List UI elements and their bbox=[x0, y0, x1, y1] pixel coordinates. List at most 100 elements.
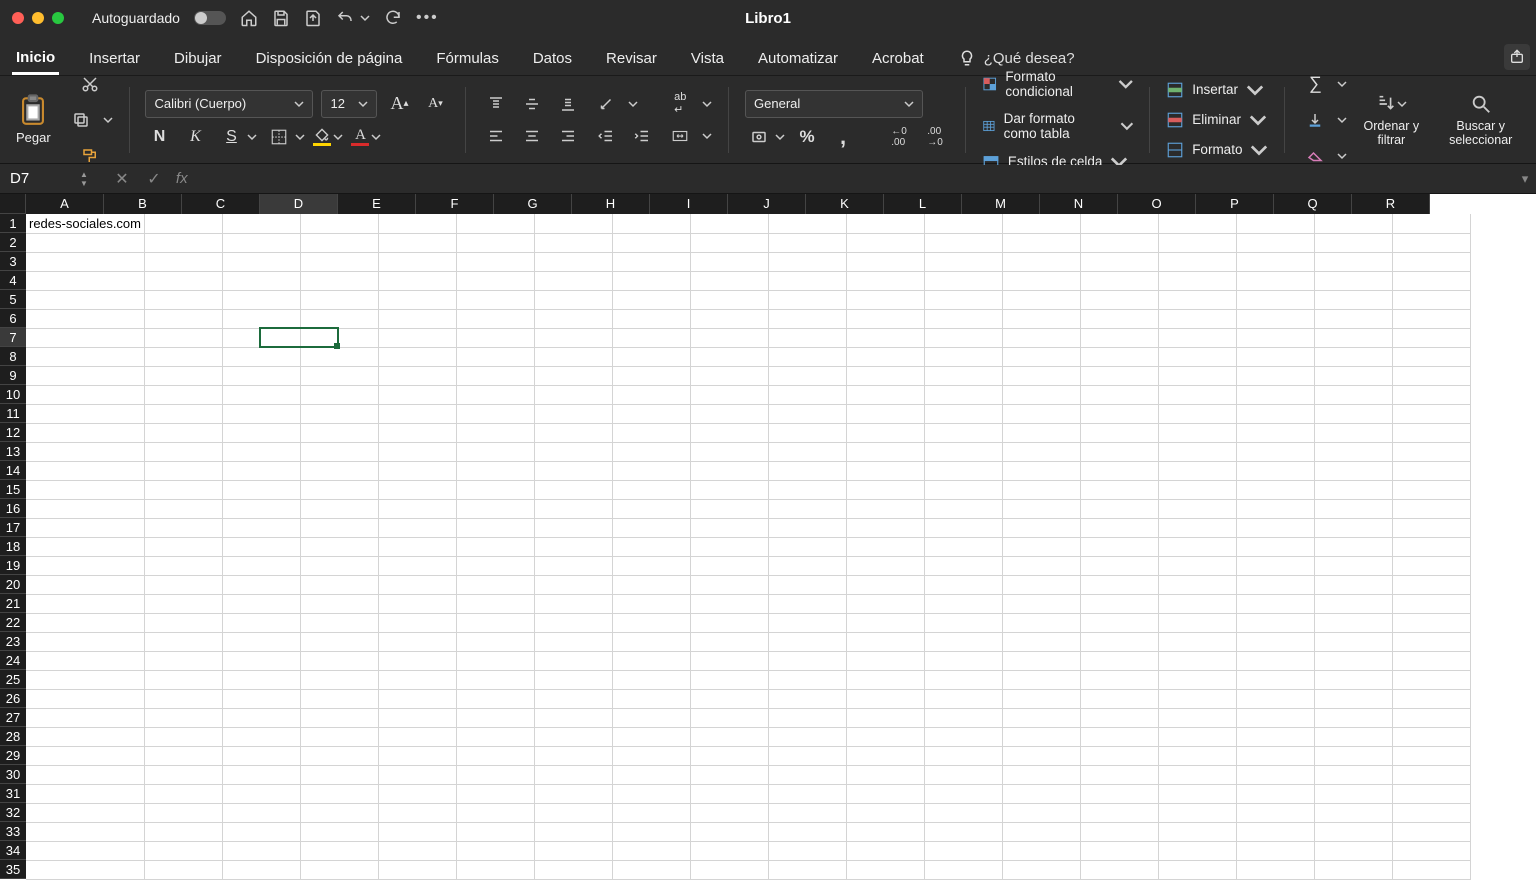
cell[interactable] bbox=[691, 233, 769, 252]
cell[interactable] bbox=[379, 670, 457, 689]
cell[interactable] bbox=[223, 252, 301, 271]
cell[interactable] bbox=[223, 442, 301, 461]
cell[interactable] bbox=[457, 632, 535, 651]
cell[interactable] bbox=[301, 746, 379, 765]
cell[interactable] bbox=[1393, 689, 1471, 708]
cell[interactable] bbox=[1003, 404, 1081, 423]
cell[interactable] bbox=[925, 347, 1003, 366]
cell[interactable] bbox=[457, 385, 535, 404]
cell[interactable] bbox=[1003, 290, 1081, 309]
row-header[interactable]: 15 bbox=[0, 480, 26, 499]
cell[interactable] bbox=[1393, 727, 1471, 746]
cell[interactable] bbox=[769, 385, 847, 404]
cell[interactable] bbox=[223, 575, 301, 594]
cell[interactable] bbox=[1159, 214, 1237, 233]
fx-icon[interactable]: fx bbox=[170, 170, 194, 187]
cell[interactable] bbox=[925, 290, 1003, 309]
cell[interactable] bbox=[847, 404, 925, 423]
cell[interactable] bbox=[613, 575, 691, 594]
cell[interactable] bbox=[769, 309, 847, 328]
cell[interactable] bbox=[1159, 575, 1237, 594]
cell[interactable] bbox=[457, 518, 535, 537]
column-header[interactable]: I bbox=[650, 194, 728, 214]
cell[interactable] bbox=[223, 765, 301, 784]
cell[interactable] bbox=[1081, 518, 1159, 537]
row-header[interactable]: 25 bbox=[0, 670, 26, 689]
cell[interactable] bbox=[1393, 518, 1471, 537]
cell[interactable] bbox=[26, 347, 145, 366]
cell[interactable] bbox=[1159, 765, 1237, 784]
row-header[interactable]: 8 bbox=[0, 347, 26, 366]
cell[interactable] bbox=[925, 480, 1003, 499]
cell[interactable] bbox=[26, 537, 145, 556]
cell[interactable] bbox=[1393, 860, 1471, 879]
row-header[interactable]: 11 bbox=[0, 404, 26, 423]
cell[interactable] bbox=[379, 708, 457, 727]
cell[interactable] bbox=[613, 765, 691, 784]
cell[interactable] bbox=[1393, 385, 1471, 404]
cell[interactable] bbox=[925, 537, 1003, 556]
cell[interactable] bbox=[1003, 727, 1081, 746]
share-button[interactable] bbox=[1504, 44, 1530, 70]
cell[interactable] bbox=[847, 727, 925, 746]
row-header[interactable]: 26 bbox=[0, 689, 26, 708]
bold-button[interactable]: N bbox=[145, 124, 173, 150]
cell[interactable] bbox=[1237, 309, 1315, 328]
cell[interactable] bbox=[535, 670, 613, 689]
cell[interactable] bbox=[1081, 309, 1159, 328]
column-header[interactable]: F bbox=[416, 194, 494, 214]
cell[interactable] bbox=[1159, 252, 1237, 271]
format-as-table-button[interactable]: Dar formato como tabla bbox=[982, 109, 1134, 143]
cell[interactable] bbox=[145, 290, 223, 309]
increase-indent-button[interactable] bbox=[628, 123, 656, 149]
cell[interactable] bbox=[769, 613, 847, 632]
cell[interactable] bbox=[769, 461, 847, 480]
cell[interactable] bbox=[535, 556, 613, 575]
cell[interactable] bbox=[1159, 480, 1237, 499]
cell[interactable] bbox=[1393, 461, 1471, 480]
wrap-text-button[interactable]: ab↵ bbox=[666, 91, 694, 117]
cell[interactable] bbox=[1393, 252, 1471, 271]
cell[interactable] bbox=[301, 366, 379, 385]
cell[interactable] bbox=[535, 708, 613, 727]
cell[interactable] bbox=[847, 518, 925, 537]
cell[interactable] bbox=[26, 271, 145, 290]
cell[interactable] bbox=[379, 860, 457, 879]
cell[interactable] bbox=[925, 632, 1003, 651]
cell[interactable] bbox=[1315, 784, 1393, 803]
fill-dropdown[interactable] bbox=[1337, 115, 1347, 125]
cell[interactable] bbox=[145, 822, 223, 841]
cell[interactable] bbox=[1003, 765, 1081, 784]
cell[interactable] bbox=[1393, 594, 1471, 613]
cell[interactable] bbox=[1003, 347, 1081, 366]
cell[interactable] bbox=[613, 404, 691, 423]
conditional-formatting-button[interactable]: Formato condicional bbox=[982, 67, 1134, 101]
cell[interactable] bbox=[379, 328, 457, 347]
home-icon[interactable] bbox=[240, 9, 258, 27]
cell[interactable] bbox=[1237, 537, 1315, 556]
cell[interactable] bbox=[379, 461, 457, 480]
cell[interactable] bbox=[1315, 328, 1393, 347]
column-header[interactable]: K bbox=[806, 194, 884, 214]
tab-datos[interactable]: Datos bbox=[529, 42, 576, 75]
cell[interactable] bbox=[691, 480, 769, 499]
cell[interactable] bbox=[535, 328, 613, 347]
cell[interactable] bbox=[613, 651, 691, 670]
cell[interactable] bbox=[1081, 214, 1159, 233]
cell[interactable] bbox=[925, 233, 1003, 252]
sort-filter-group[interactable]: Ordenar y filtrar bbox=[1357, 93, 1425, 147]
cell[interactable] bbox=[1081, 765, 1159, 784]
cell[interactable] bbox=[1315, 537, 1393, 556]
cell[interactable] bbox=[1003, 499, 1081, 518]
cell[interactable] bbox=[1315, 233, 1393, 252]
cell[interactable] bbox=[457, 309, 535, 328]
cell[interactable] bbox=[1159, 537, 1237, 556]
cell[interactable] bbox=[1315, 461, 1393, 480]
cell[interactable] bbox=[1081, 632, 1159, 651]
cell[interactable] bbox=[379, 613, 457, 632]
cell[interactable] bbox=[1159, 860, 1237, 879]
cell[interactable] bbox=[1081, 689, 1159, 708]
cell[interactable] bbox=[1003, 309, 1081, 328]
merge-dropdown[interactable] bbox=[702, 131, 712, 141]
cell[interactable] bbox=[379, 651, 457, 670]
